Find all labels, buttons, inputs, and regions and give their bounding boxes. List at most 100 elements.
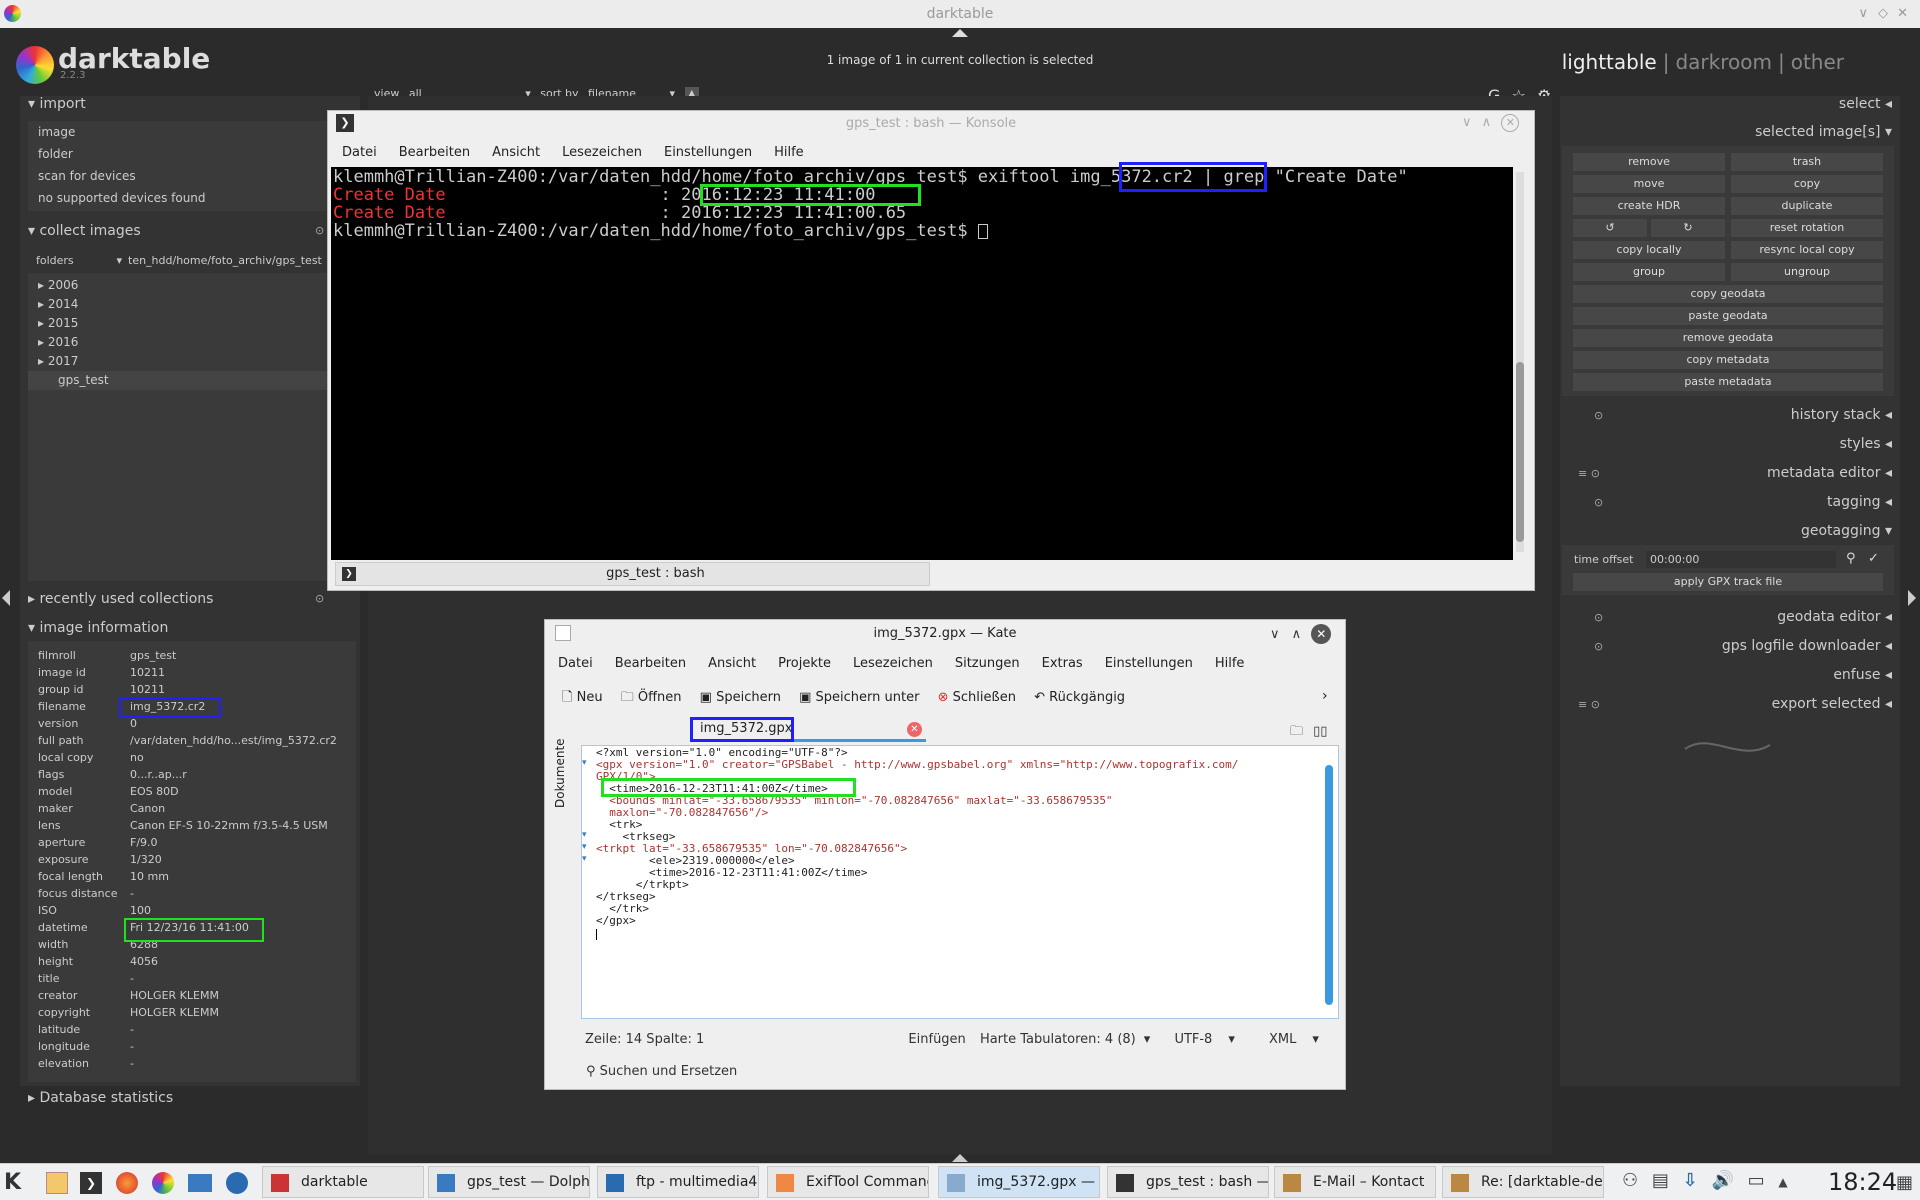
- kate-menu-bearbeiten[interactable]: Bearbeiten: [615, 656, 686, 671]
- konsole-tab[interactable]: ❯ gps_test : bash: [335, 562, 930, 586]
- konsole-minimize-icon[interactable]: ∨: [1462, 115, 1472, 130]
- kde-menu-icon[interactable]: K: [4, 1170, 21, 1195]
- task-6[interactable]: gps_test : bash — Ko: [1107, 1166, 1269, 1198]
- view-other[interactable]: other: [1791, 50, 1844, 74]
- kate-menu-lesezeichen[interactable]: Lesezeichen: [853, 656, 933, 671]
- desktop-icon[interactable]: ▦: [1896, 1172, 1913, 1193]
- collect-options-icon[interactable]: ⊙: [315, 224, 324, 237]
- konsole-menu-bearbeiten[interactable]: Bearbeiten: [399, 145, 470, 160]
- mail-icon[interactable]: [188, 1174, 212, 1192]
- darktable-launcher-icon[interactable]: [152, 1172, 174, 1194]
- kate-close-icon[interactable]: ✕: [1311, 624, 1332, 644]
- kate-menu-einstellungen[interactable]: Einstellungen: [1105, 656, 1193, 671]
- view-lighttable[interactable]: lighttable: [1562, 50, 1657, 74]
- folder-2014[interactable]: ▸ 2014: [28, 295, 328, 314]
- browser-icon[interactable]: [226, 1172, 248, 1194]
- close-doc-button[interactable]: ⊗ Schließen: [938, 690, 1016, 705]
- undo-button[interactable]: ↶ Rückgängig: [1034, 690, 1125, 705]
- new-button[interactable]: 🗋 Neu: [562, 690, 603, 705]
- remove-button[interactable]: remove: [1573, 153, 1725, 171]
- history-options-icon[interactable]: ⊙: [1594, 409, 1603, 422]
- collect-path[interactable]: ten_hdd/home/foto_archiv/gps_test: [128, 254, 328, 267]
- collapse-top-icon[interactable]: [952, 29, 968, 37]
- view-darkroom[interactable]: darkroom: [1675, 50, 1772, 74]
- geotagging-title[interactable]: geotagging ▾: [1801, 523, 1892, 539]
- scan-devices[interactable]: scan for devices: [28, 165, 328, 187]
- task-4[interactable]: ExifTool Command-L: [767, 1166, 929, 1198]
- time-offset-input[interactable]: 00:00:00: [1646, 551, 1836, 568]
- rotate-right-icon[interactable]: ↻: [1651, 219, 1725, 237]
- konsole-launcher-icon[interactable]: ❯: [80, 1172, 102, 1194]
- copy-button[interactable]: copy: [1731, 175, 1883, 193]
- kate-menu-hilfe[interactable]: Hilfe: [1215, 656, 1245, 671]
- tagging-title[interactable]: tagging ◂: [1827, 494, 1892, 510]
- konsole-menu-datei[interactable]: Datei: [342, 145, 377, 160]
- import-section-title[interactable]: ▾ import: [28, 96, 86, 112]
- copy-locally-button[interactable]: copy locally: [1573, 241, 1725, 259]
- collect-section-title[interactable]: ▾ collect images: [28, 223, 141, 239]
- save-button[interactable]: ▣ Speichern: [700, 690, 781, 705]
- folder-2016[interactable]: ▸ 2016: [28, 333, 328, 352]
- konsole-menu-hilfe[interactable]: Hilfe: [774, 145, 804, 160]
- documents-side-tab[interactable]: Dokumente: [553, 725, 575, 821]
- task-7[interactable]: E-Mail – Kontact: [1274, 1166, 1436, 1198]
- gps-options-icon[interactable]: ⊙: [1594, 640, 1603, 653]
- select-title[interactable]: select ◂: [1839, 96, 1892, 112]
- encoding[interactable]: UTF-8: [1174, 1032, 1212, 1047]
- folder-gps-test[interactable]: gps_test: [28, 371, 328, 390]
- gps-downloader-title[interactable]: gps logfile downloader ◂: [1722, 638, 1892, 654]
- import-image[interactable]: image: [28, 121, 328, 143]
- copy-metadata-button[interactable]: copy metadata: [1573, 351, 1883, 369]
- collapse-bottom-icon[interactable]: [952, 1154, 968, 1162]
- firefox-icon[interactable]: [116, 1172, 138, 1194]
- clipboard-icon[interactable]: ▤: [1652, 1170, 1669, 1191]
- konsole-scrollbar[interactable]: [1516, 172, 1524, 552]
- folder-2017[interactable]: ▸ 2017: [28, 352, 328, 371]
- recent-options-icon[interactable]: ⊙: [315, 592, 324, 605]
- doc-tab-close-icon[interactable]: ✕: [907, 722, 922, 737]
- metadata-editor-title[interactable]: metadata editor ◂: [1767, 465, 1892, 481]
- user-icon[interactable]: ⚇: [1622, 1170, 1638, 1191]
- kate-menu-datei[interactable]: Datei: [558, 656, 593, 671]
- minimize-icon[interactable]: ∨: [1858, 0, 1868, 28]
- syntax-mode[interactable]: XML: [1269, 1032, 1296, 1047]
- group-button[interactable]: group: [1573, 263, 1725, 281]
- tray-expand-icon[interactable]: ▲: [1778, 1175, 1787, 1189]
- apply-check-icon[interactable]: ✓: [1868, 551, 1879, 566]
- ungroup-button[interactable]: ungroup: [1731, 263, 1883, 281]
- split-icon[interactable]: ▯▯: [1313, 724, 1327, 739]
- resync-button[interactable]: resync local copy: [1731, 241, 1883, 259]
- open-button[interactable]: 🗀 Öffnen: [621, 690, 682, 705]
- tagging-options-icon[interactable]: ⊙: [1594, 496, 1603, 509]
- remove-geodata-button[interactable]: remove geodata: [1573, 329, 1883, 347]
- folder-2006[interactable]: ▸ 2006: [28, 276, 328, 295]
- paste-metadata-button[interactable]: paste metadata: [1573, 373, 1883, 391]
- task-8[interactable]: Re: [darktable-dev] D: [1442, 1166, 1604, 1198]
- selected-images-title[interactable]: selected image[s] ▾: [1755, 124, 1892, 140]
- save-as-button[interactable]: ▣ Speichern unter: [799, 690, 919, 705]
- konsole-maximize-icon[interactable]: ∧: [1482, 115, 1492, 130]
- task-2[interactable]: gps_test — Dolphin: [428, 1166, 590, 1198]
- folder-open-icon[interactable]: 🗀: [1290, 724, 1303, 739]
- maximize-icon[interactable]: ◇: [1878, 0, 1888, 28]
- task-1[interactable]: darktable: [262, 1166, 424, 1198]
- reset-rotation-button[interactable]: reset rotation: [1731, 219, 1883, 237]
- konsole-menu-ansicht[interactable]: Ansicht: [492, 145, 540, 160]
- apply-gpx-button[interactable]: apply GPX track file: [1573, 573, 1883, 591]
- import-folder[interactable]: folder: [28, 143, 328, 165]
- konsole-menu-einstellungen[interactable]: Einstellungen: [664, 145, 752, 160]
- duplicate-button[interactable]: duplicate: [1731, 197, 1883, 215]
- clock[interactable]: 18:24: [1828, 1168, 1897, 1196]
- kate-scrollbar[interactable]: [1325, 765, 1333, 1005]
- search-replace-button[interactable]: ⚲ Suchen und Ersetzen: [586, 1064, 737, 1079]
- right-collapse-icon[interactable]: [1908, 590, 1916, 606]
- export-menu-icon[interactable]: ≡ ⊙: [1578, 698, 1600, 711]
- network-icon[interactable]: ▭: [1748, 1170, 1765, 1191]
- konsole-menu-lesezeichen[interactable]: Lesezeichen: [562, 145, 642, 160]
- styles-title[interactable]: styles ◂: [1840, 436, 1892, 452]
- kate-minimize-icon[interactable]: ∨: [1270, 627, 1280, 642]
- volume-icon[interactable]: 🔊: [1711, 1170, 1733, 1191]
- task-3[interactable]: ftp - multimedia4linu: [597, 1166, 759, 1198]
- calendar-icon[interactable]: [46, 1172, 68, 1194]
- enfuse-title[interactable]: enfuse ◂: [1833, 667, 1892, 683]
